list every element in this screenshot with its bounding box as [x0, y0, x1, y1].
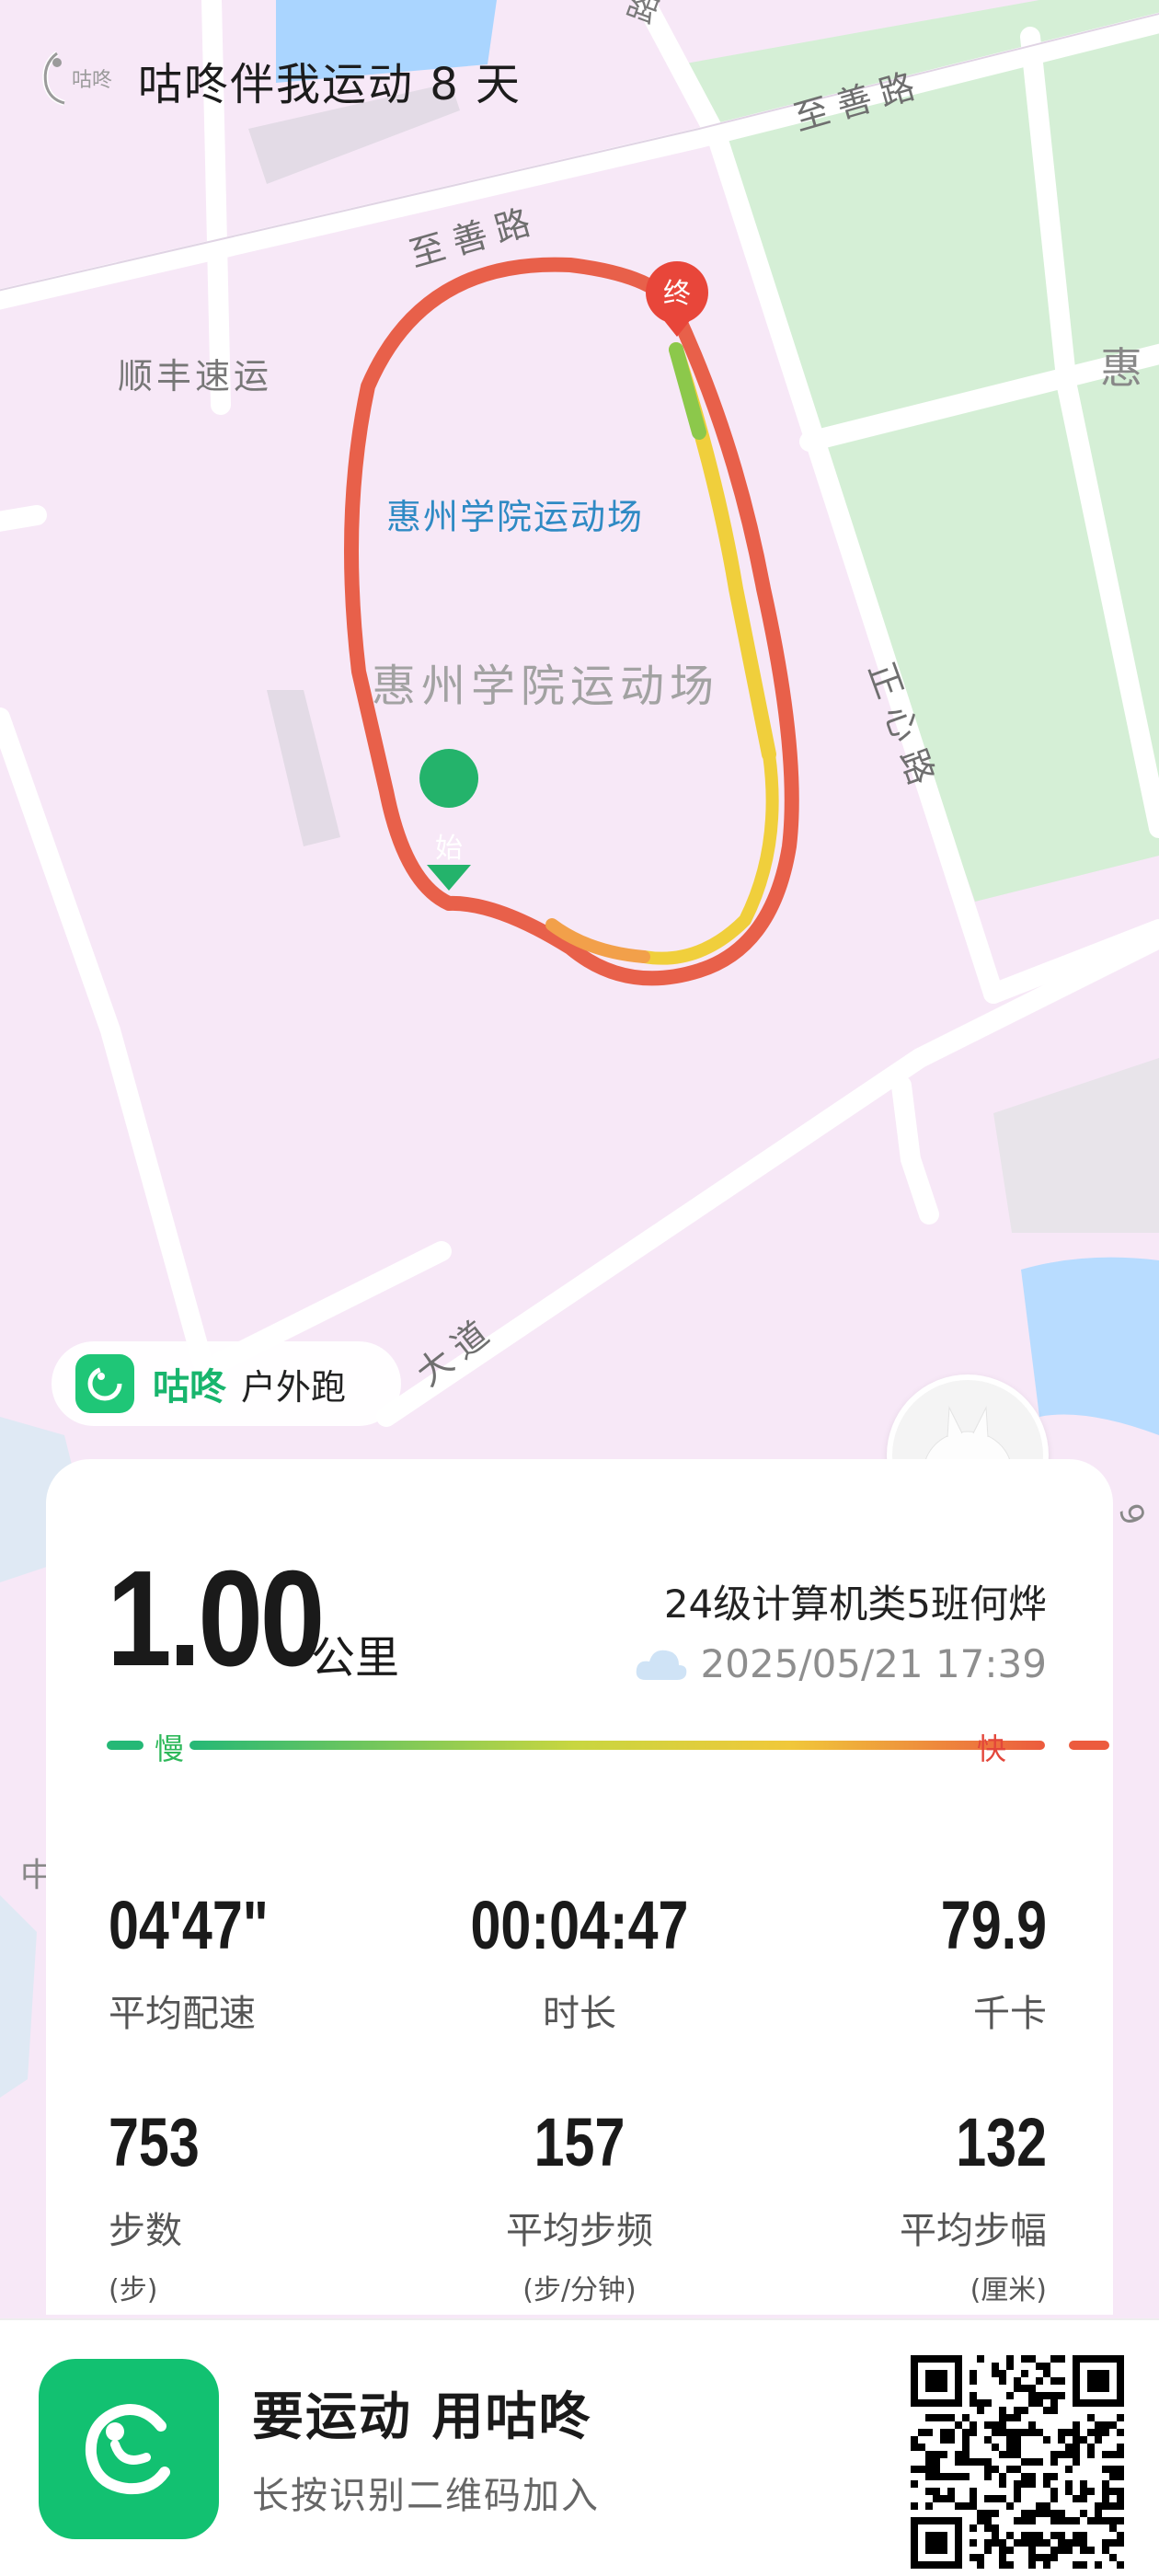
stat-stride: 132 平均步幅 (厘米) [900, 2109, 1047, 2307]
codoon-app-logo-icon [39, 2359, 219, 2539]
user-name: 24级计算机类5班何烨 [663, 1581, 1047, 1627]
header-logo-text: 咕咚 [72, 69, 112, 92]
footer-slogan: 要运动 用咕咚 [252, 2387, 592, 2447]
start-marker-label: 始 [435, 833, 463, 865]
cadence-value: 157 [534, 2104, 625, 2180]
label-venue-gray: 惠州学院运动场 [372, 661, 719, 712]
steps-unit: (步) [109, 2274, 158, 2306]
qr-code[interactable] [911, 2355, 1124, 2569]
codoon-logo-icon: 咕咚 [37, 44, 120, 110]
brand-name: 咕咚 [153, 1366, 226, 1409]
pace-label: 平均配速 [109, 1993, 256, 2035]
stat-steps: 753 步数 (步) [109, 2109, 222, 2307]
stat-calories: 79.9 千卡 [914, 1892, 1047, 2037]
label-shunfeng: 顺丰速运 [118, 356, 272, 397]
summary-card: 1.00 公里 24级计算机类5班何烨 2025/05/21 17:39 慢 快… [46, 1459, 1113, 2315]
duration-value: 00:04:47 [470, 1887, 689, 1963]
datetime-row: 2025/05/21 17:39 [633, 1641, 1047, 1686]
pace-gradient-bar [107, 1741, 1109, 1750]
stride-label: 平均步幅 [900, 2210, 1047, 2252]
stride-value: 132 [956, 2104, 1047, 2180]
sport-type-chip: 咕咚 户外跑 [52, 1341, 401, 1426]
label-venue-blue: 惠州学院运动场 [386, 497, 644, 537]
stat-pace: 04'47" 平均配速 [109, 1892, 308, 2037]
calories-value: 79.9 [940, 1887, 1047, 1963]
footer-hint: 长按识别二维码加入 [252, 2475, 600, 2517]
duration-label: 时长 [543, 1993, 616, 2035]
cadence-label: 平均步频 [506, 2210, 653, 2252]
datetime: 2025/05/21 17:39 [700, 1641, 1047, 1686]
cadence-unit: (步/分钟) [522, 2274, 637, 2306]
steps-label: 步数 [109, 2210, 182, 2252]
slow-label: 慢 [155, 1731, 185, 1766]
stat-duration: 00:04:47 时长 [396, 1892, 763, 2037]
cloud-icon [636, 1650, 686, 1680]
calories-label: 千卡 [973, 1993, 1047, 2035]
pace-value: 04'47" [109, 1887, 269, 1963]
sport-type-label: 户外跑 [241, 1366, 347, 1408]
fast-label: 快 [977, 1731, 1007, 1766]
stat-cadence: 157 平均步频 (步/分钟) [396, 2109, 763, 2307]
distance-value: 1.00 [107, 1543, 325, 1695]
label-edge-hui: 惠 [1100, 343, 1142, 393]
distance-unit: 公里 [311, 1632, 400, 1684]
page-title: 咕咚伴我运动 8 天 [138, 59, 522, 110]
codoon-app-icon [75, 1354, 134, 1413]
footer-banner: 要运动 用咕咚 长按识别二维码加入 [0, 2318, 1159, 2576]
end-marker-label: 终 [663, 278, 691, 310]
stride-unit: (厘米) [970, 2274, 1047, 2306]
steps-value: 753 [109, 2104, 200, 2180]
